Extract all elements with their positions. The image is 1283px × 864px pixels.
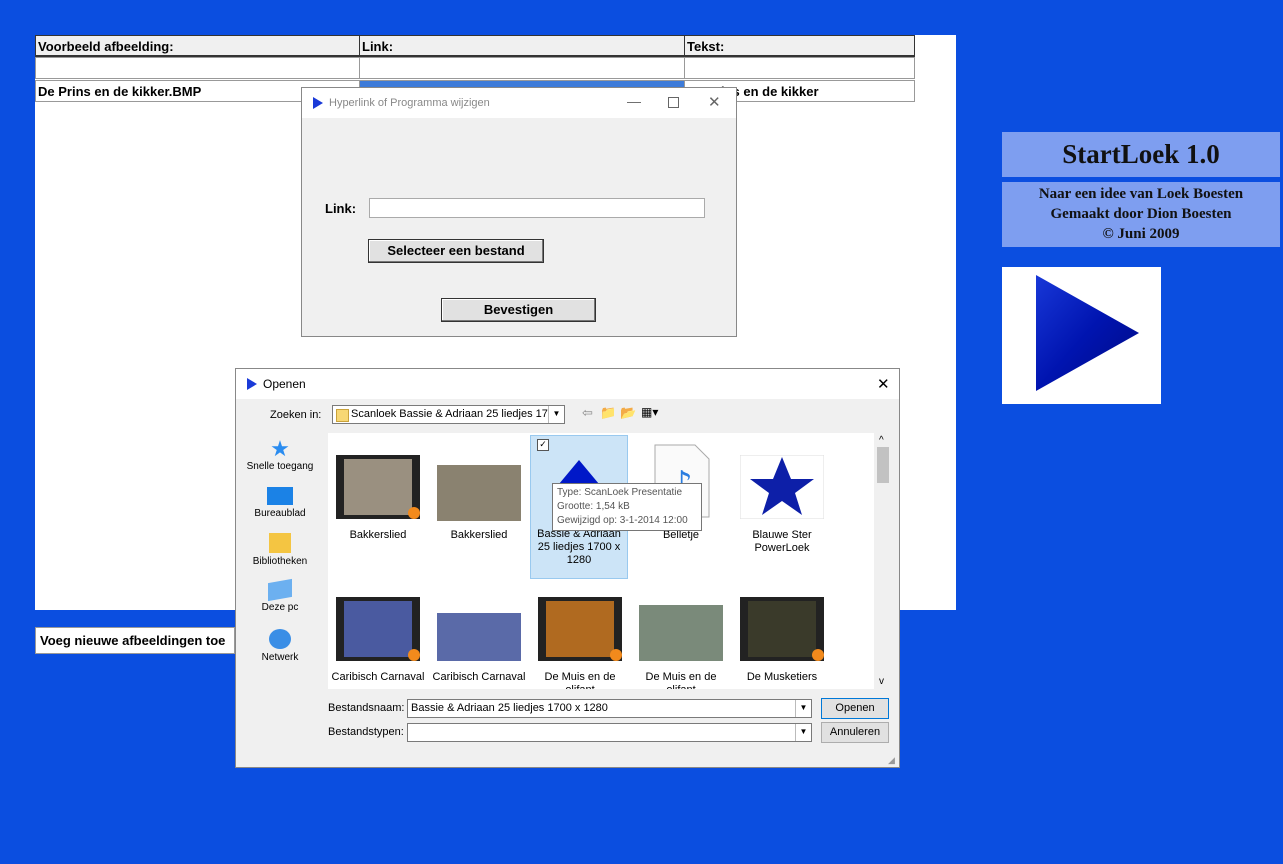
view-menu-icon[interactable]: ▦▾	[641, 405, 658, 419]
filename-label: Bestandsnaam:	[328, 702, 405, 714]
place-desktop[interactable]: Bureaublad	[236, 485, 324, 519]
cancel-button[interactable]: Annuleren	[821, 722, 889, 743]
up-folder-icon[interactable]: 📁	[600, 405, 616, 421]
file-list: Bakkerslied Bakkerslied ✓ Bassie & Adria…	[328, 433, 892, 689]
lookin-label: Zoeken in:	[270, 409, 322, 421]
place-this-pc[interactable]: Deze pc	[236, 578, 324, 613]
close-icon[interactable]: ✕	[877, 375, 890, 393]
column-header-link: Link:	[359, 35, 685, 57]
table-cell-empty[interactable]	[359, 57, 685, 79]
scroll-down-icon[interactable]: v	[879, 676, 884, 687]
image-thumbnail-icon	[639, 605, 723, 661]
folder-icon	[336, 409, 349, 422]
place-quick-access[interactable]: ★ Snelle toegang	[236, 436, 324, 473]
file-item[interactable]: Bakkerslied	[328, 455, 428, 565]
chevron-down-icon: ▼	[795, 724, 811, 741]
play-icon	[1036, 275, 1139, 391]
lookin-value: Scanloek Bassie & Adriaan 25 liedjes 170…	[351, 408, 565, 420]
video-thumbnail-icon	[336, 597, 420, 661]
select-file-button[interactable]: Selecteer een bestand	[368, 239, 544, 263]
computer-icon	[268, 578, 292, 602]
chevron-down-icon: ▼	[795, 700, 811, 717]
lookin-dropdown[interactable]: Scanloek Bassie & Adriaan 25 liedjes 170…	[332, 405, 565, 424]
open-file-dialog: Openen ✕ Zoeken in: Scanloek Bassie & Ad…	[235, 368, 900, 768]
place-label: Deze pc	[261, 602, 299, 613]
image-thumbnail-icon	[437, 465, 521, 521]
scrollbar[interactable]: ^ v	[874, 433, 892, 689]
star-icon: ★	[270, 436, 290, 461]
dialog-title: Hyperlink of Programma wijzigen	[329, 97, 490, 109]
video-thumbnail-icon	[336, 455, 420, 519]
back-icon[interactable]: ⇦	[582, 405, 593, 421]
app-title: StartLoek 1.0	[1002, 132, 1280, 177]
place-label: Netwerk	[261, 652, 299, 663]
place-label: Bureaublad	[254, 508, 306, 519]
maximize-icon[interactable]	[668, 97, 679, 108]
file-item[interactable]: Caribisch Carnaval	[429, 597, 529, 689]
file-item[interactable]: De Muis en de olifant	[631, 597, 731, 689]
filename-input[interactable]: Bassie & Adriaan 25 liedjes 1700 x 1280 …	[407, 699, 812, 718]
file-tooltip: Type: ScanLoek Presentatie Grootte: 1,54…	[552, 483, 702, 531]
scrollbar-thumb[interactable]	[877, 447, 889, 483]
app-play-icon	[247, 378, 257, 390]
file-item[interactable]: De Muis en de olifant	[530, 597, 630, 689]
dialog-title: Openen	[263, 377, 306, 391]
place-label: Bibliotheken	[252, 556, 308, 567]
dialog-titlebar: Openen ✕	[236, 369, 899, 399]
play-button[interactable]	[1002, 267, 1161, 404]
network-icon	[269, 629, 291, 649]
filetype-dropdown[interactable]: ▼	[407, 723, 812, 742]
add-images-button[interactable]: Voeg nieuwe afbeeldingen toe	[35, 627, 235, 654]
open-button[interactable]: Openen	[821, 698, 889, 719]
resize-grip-icon[interactable]: ◢	[888, 755, 895, 766]
file-item[interactable]: Bakkerslied	[429, 455, 529, 565]
filetype-label: Bestandstypen:	[328, 726, 404, 738]
new-folder-icon[interactable]: 📂	[620, 405, 636, 421]
confirm-button[interactable]: Bevestigen	[441, 298, 596, 322]
place-network[interactable]: Netwerk	[236, 629, 324, 663]
link-input[interactable]	[369, 198, 705, 218]
scroll-up-icon[interactable]: ^	[879, 435, 884, 446]
hyperlink-dialog: Hyperlink of Programma wijzigen — ✕ Link…	[301, 87, 737, 337]
image-thumbnail-icon	[437, 613, 521, 661]
video-thumbnail-icon	[538, 597, 622, 661]
column-header-text: Tekst:	[684, 35, 915, 57]
credits-line-2: Gemaakt door Dion Boesten	[1050, 206, 1232, 222]
chevron-down-icon: ▼	[548, 406, 564, 423]
credits-box: Naar een idee van Loek Boesten Gemaakt d…	[1002, 182, 1280, 247]
link-label: Link:	[325, 201, 357, 216]
file-item[interactable]: De Musketiers	[732, 597, 832, 689]
libraries-icon	[269, 533, 291, 553]
file-item[interactable]: Caribisch Carnaval	[328, 597, 428, 689]
place-libraries[interactable]: Bibliotheken	[236, 533, 324, 567]
credits-line-3: © Juni 2009	[1102, 226, 1180, 242]
column-header-image: Voorbeeld afbeelding:	[35, 35, 360, 57]
place-label: Snelle toegang	[246, 461, 314, 472]
credits-line-1: Naar een idee van Loek Boesten	[1038, 186, 1244, 202]
desktop-icon	[267, 487, 293, 505]
file-item[interactable]: Blauwe Ster PowerLoek	[732, 455, 832, 565]
blue-star-icon	[740, 455, 824, 519]
table-cell-empty[interactable]	[684, 57, 915, 79]
dialog-titlebar: Hyperlink of Programma wijzigen — ✕	[302, 88, 736, 118]
checkbox-icon[interactable]: ✓	[537, 439, 549, 451]
video-thumbnail-icon	[740, 597, 824, 661]
table-cell-empty[interactable]	[35, 57, 360, 79]
places-bar: ★ Snelle toegang Bureaublad Bibliotheken…	[236, 433, 326, 673]
close-icon[interactable]: ✕	[708, 93, 721, 111]
minimize-icon[interactable]: —	[627, 93, 641, 109]
app-play-icon	[313, 97, 323, 109]
